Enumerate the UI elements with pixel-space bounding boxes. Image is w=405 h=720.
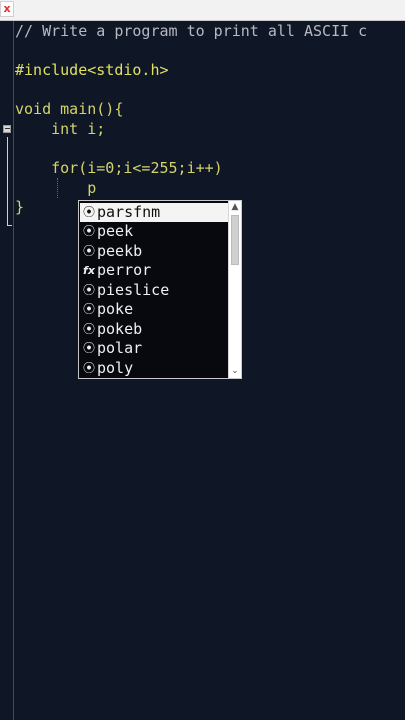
autocomplete-scrollbar[interactable]: ▲ ⌄	[228, 201, 241, 378]
fold-toggle-icon[interactable]: −	[3, 125, 11, 133]
function-icon: ⦿	[82, 341, 95, 355]
autocomplete-item[interactable]: ⦿ polar	[80, 339, 228, 358]
code-line-declaration: int i;	[15, 120, 106, 138]
editor-gutter: −	[0, 21, 14, 720]
autocomplete-item-label: polar	[97, 339, 143, 357]
autocomplete-item-label: parsfnm	[97, 203, 161, 221]
autocomplete-item-label: peekb	[97, 242, 143, 260]
fx-icon: fx	[83, 264, 95, 277]
fold-guide-end	[7, 225, 12, 226]
autocomplete-item-label: pokeb	[97, 320, 143, 338]
scroll-up-icon[interactable]: ▲	[229, 201, 241, 214]
autocomplete-item[interactable]: fx perror	[80, 261, 228, 280]
function-icon: ⦿	[82, 205, 95, 219]
scroll-down-icon[interactable]: ⌄	[229, 365, 241, 378]
function-icon: ⦿	[82, 224, 95, 238]
autocomplete-item-label: pieslice	[97, 281, 170, 299]
scrollbar-thumb[interactable]	[231, 215, 239, 265]
window-title-bar: x	[0, 0, 405, 21]
autocomplete-item[interactable]: ⦿ pieslice	[80, 281, 228, 300]
autocomplete-item[interactable]: ⦿ peekb	[80, 242, 228, 261]
autocomplete-item[interactable]: ⦿ pokeb	[80, 320, 228, 339]
autocomplete-item[interactable]: ⦿ poly	[80, 359, 228, 378]
fold-guide-line	[7, 137, 8, 225]
close-icon[interactable]: x	[0, 1, 14, 17]
autocomplete-item[interactable]: ⦿ peek	[80, 222, 228, 241]
autocomplete-item-label: peek	[97, 222, 134, 240]
function-icon: ⦿	[82, 244, 95, 258]
function-icon: ⦿	[82, 322, 95, 336]
autocomplete-item[interactable]: ⦿ poke	[80, 300, 228, 319]
code-line-closing-brace: }	[15, 198, 25, 216]
code-line-main: void main(){	[15, 100, 124, 118]
code-line-current-input: p	[15, 179, 97, 197]
indent-guide	[57, 178, 58, 198]
autocomplete-item-label: poke	[97, 300, 134, 318]
function-icon: ⦿	[82, 361, 95, 375]
autocomplete-item-label: perror	[97, 261, 152, 279]
autocomplete-item[interactable]: ⦿ parsfnm	[80, 203, 228, 222]
autocomplete-popup[interactable]: ⦿ parsfnm ⦿ peek ⦿ peekb fx perror ⦿ pie…	[78, 200, 242, 379]
function-icon: ⦿	[82, 283, 95, 297]
function-icon: ⦿	[82, 302, 95, 316]
autocomplete-item-label: poly	[97, 359, 134, 377]
code-line-include: #include<stdio.h>	[15, 61, 169, 79]
code-line-comment: // Write a program to print all ASCII c	[15, 22, 368, 40]
code-line-for-loop: for(i=0;i<=255;i++)	[15, 159, 223, 177]
